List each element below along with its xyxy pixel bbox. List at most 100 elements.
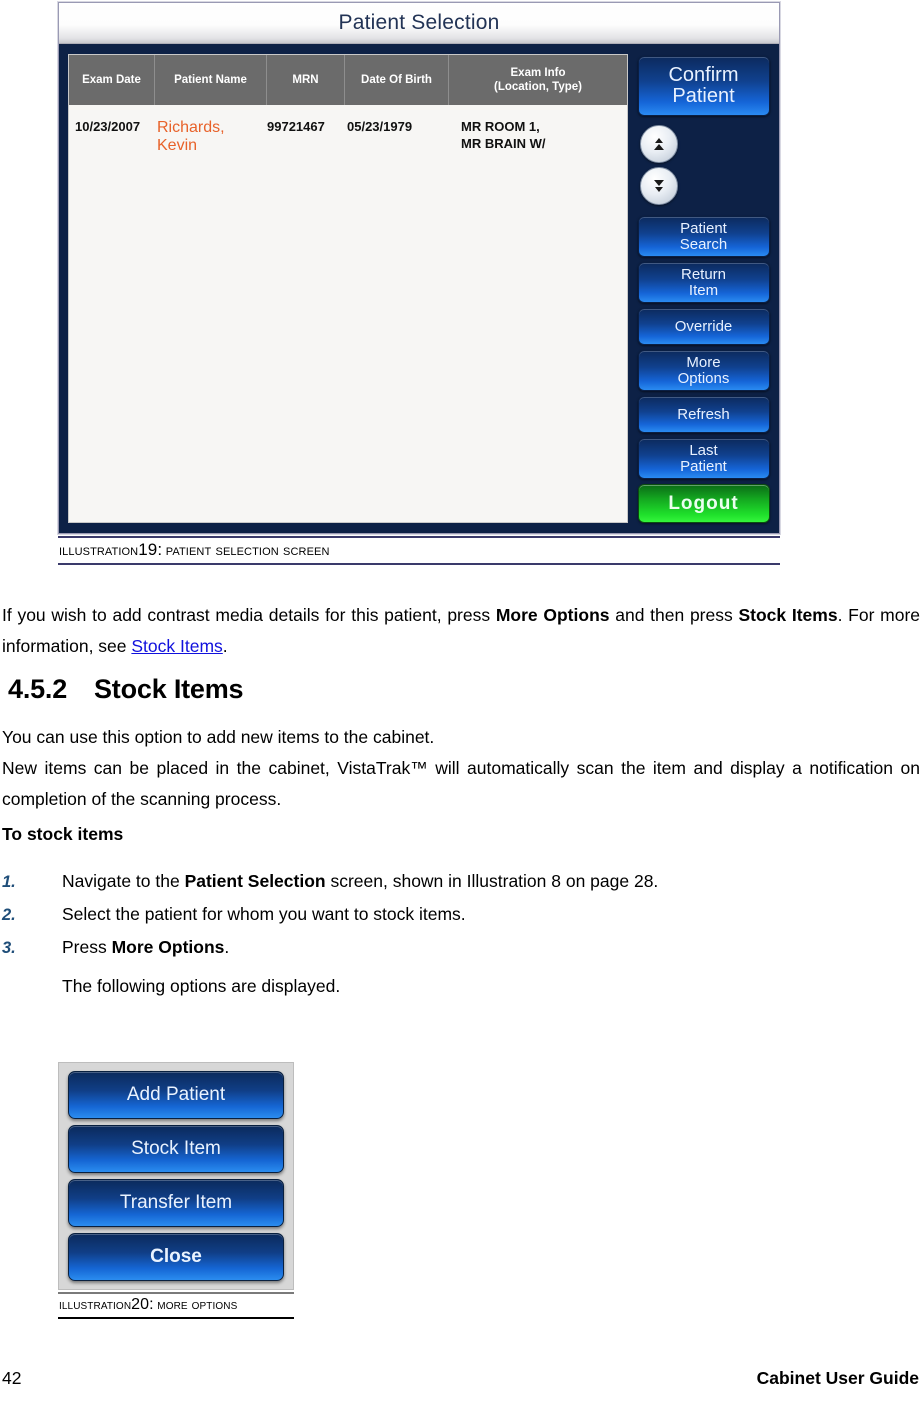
step-1-part1: Navigate to the [62,871,185,891]
procedure-steps: 1. Navigate to the Patient Selection scr… [2,868,920,999]
patient-search-label-line1: Patient [680,220,727,238]
cell-exam-info: MR ROOM 1, MR BRAIN W/ [449,119,627,153]
step-1-bold: Patient Selection [184,871,326,891]
step-marker: 2. [2,906,16,924]
step-2-part1: Select the patient for whom you want to … [62,904,466,924]
column-header-exam-date[interactable]: Exam Date [69,55,155,105]
transfer-item-button[interactable]: Transfer Item [68,1179,284,1227]
triangle-up-icon [654,144,664,151]
step-text: Select the patient for whom you want to … [62,901,920,927]
paragraph-2: New items can be placed in the cabinet, … [2,758,920,809]
logout-button[interactable]: Logout [637,484,770,523]
list-item: 3. Press More Options. [2,934,920,961]
confirm-patient-button[interactable]: Confirm Patient [637,56,770,117]
list-item: 2. Select the patient for whom you want … [2,901,920,928]
page-title: 4.5.2 Stock Items [8,674,244,705]
scroll-down-icon[interactable] [640,167,678,206]
patient-search-button[interactable]: Patient Search [637,216,770,258]
page-footer: 42 Cabinet User Guide [0,1368,921,1389]
cell-patient-name: Richards, Kevin [157,119,225,155]
intro-part2: and then press [609,605,739,625]
return-item-button[interactable]: Return Item [637,262,770,304]
caption-number: 19 [138,540,158,559]
column-header-exam-info-line1: Exam Info [510,66,566,79]
more-options-label-line1: More [686,353,721,371]
patient-selection-screen: Patient Selection Exam Date Patient Name… [58,2,780,534]
last-patient-label-line2: Patient [680,457,727,475]
step-3-bold: More Options [111,937,225,957]
step-marker: 3. [2,939,16,957]
caption-number: 20 [131,1296,150,1313]
footer-page-number: 42 [2,1368,22,1388]
patient-table-header-row: Exam Date Patient Name MRN Date Of Birth… [69,55,627,105]
triangle-down-icon [655,187,663,193]
intro-paragraph: If you wish to add contrast media detail… [2,600,920,662]
patient-search-label-line2: Search [679,235,728,253]
patient-table: Exam Date Patient Name MRN Date Of Birth… [68,54,628,523]
paragraph-1: You can use this option to add new items… [2,727,435,747]
column-header-date-of-birth[interactable]: Date Of Birth [345,55,449,105]
scroll-controls [640,125,678,206]
patient-table-body: 10/23/2007 Richards, Kevin 99721467 05/2… [69,105,627,522]
intro-part4: . [222,636,228,656]
table-row[interactable]: 10/23/2007 Richards, Kevin 99721467 05/2… [69,105,627,156]
column-header-exam-info-line2: (Location, Type) [494,81,582,93]
step-3-part1: Press [62,937,112,957]
more-options-label-line2: Options [677,369,730,387]
caption-prefix: Illustration [59,542,139,559]
intro-bold-stock-items: Stock Items [738,605,838,625]
triangle-up-icon [655,138,663,144]
more-options-button[interactable]: More Options [637,350,770,392]
confirm-patient-label-line2: Patient [672,85,735,108]
step-3-part2: . [224,937,230,957]
screen-title: Patient Selection [338,11,500,34]
stock-item-button[interactable]: Stock Item [68,1125,284,1173]
triangle-down-icon [654,180,664,187]
scroll-up-icon[interactable] [640,125,678,164]
last-patient-button[interactable]: Last Patient [637,438,770,480]
stock-items-link[interactable]: Stock Items [131,636,222,656]
column-header-exam-info[interactable]: Exam Info (Location, Type) [449,55,627,105]
caption-text: More Options [157,1296,238,1312]
confirm-patient-label-line1: Confirm [668,64,739,87]
return-item-label-line1: Return [680,265,727,283]
return-item-label-line2: Item [688,281,719,299]
procedure-heading: To stock items [2,824,124,844]
caption-separator: : [157,540,163,559]
override-button[interactable]: Override [637,308,770,346]
step-text: Navigate to the Patient Selection screen… [62,868,920,894]
illustration-19-caption-rule: Illustration19: Patient Selection screen [58,536,780,565]
step-marker: 1. [2,873,16,891]
screen-title-bar: Patient Selection [59,3,779,44]
section-number: 4.5.2 [8,674,68,704]
screen-body: Exam Date Patient Name MRN Date Of Birth… [59,45,779,533]
cell-exam-date: 10/23/2007 [75,119,141,134]
cell-exam-info-line2: MR BRAIN W/ [461,135,546,151]
caption-separator: : [149,1296,154,1313]
caption-prefix: Illustration [59,1296,132,1312]
step-1-part2: screen, shown in Illustration 8 on page … [325,871,659,891]
last-patient-label-line1: Last [689,441,718,459]
illustration-19-patient-selection: Patient Selection Exam Date Patient Name… [58,2,780,534]
cell-date-of-birth: 05/23/1979 [347,119,413,134]
illustration-20-caption: Illustration20: More Options [58,1294,294,1317]
column-header-patient-name[interactable]: Patient Name [155,55,267,105]
illustration-19-caption: Illustration19: Patient Selection screen [58,538,780,563]
intro-part1: If you wish to add contrast media detail… [2,605,496,625]
cell-exam-info-line1: MR ROOM 1, [461,119,540,134]
footer-guide-title: Cabinet User Guide [756,1368,919,1388]
procedure-note: The following options are displayed. [62,976,341,996]
list-item: 1. Navigate to the Patient Selection scr… [2,868,920,895]
close-button[interactable]: Close [68,1233,284,1281]
section-title: Stock Items [94,674,244,704]
caption-text: Patient Selection screen [165,542,330,559]
illustration-20-caption-rule: Illustration20: More Options [58,1292,294,1319]
illustration-20-more-options: Add Patient Stock Item Transfer Item Clo… [58,1062,294,1290]
column-header-mrn[interactable]: MRN [267,55,345,105]
cell-mrn: 99721467 [267,119,325,134]
intro-bold-more-options: More Options [495,605,610,625]
refresh-button[interactable]: Refresh [637,396,770,434]
step-text: Press More Options. [62,934,920,960]
action-button-rail: Confirm Patient Patient Search Return It… [636,54,771,523]
add-patient-button[interactable]: Add Patient [68,1071,284,1119]
